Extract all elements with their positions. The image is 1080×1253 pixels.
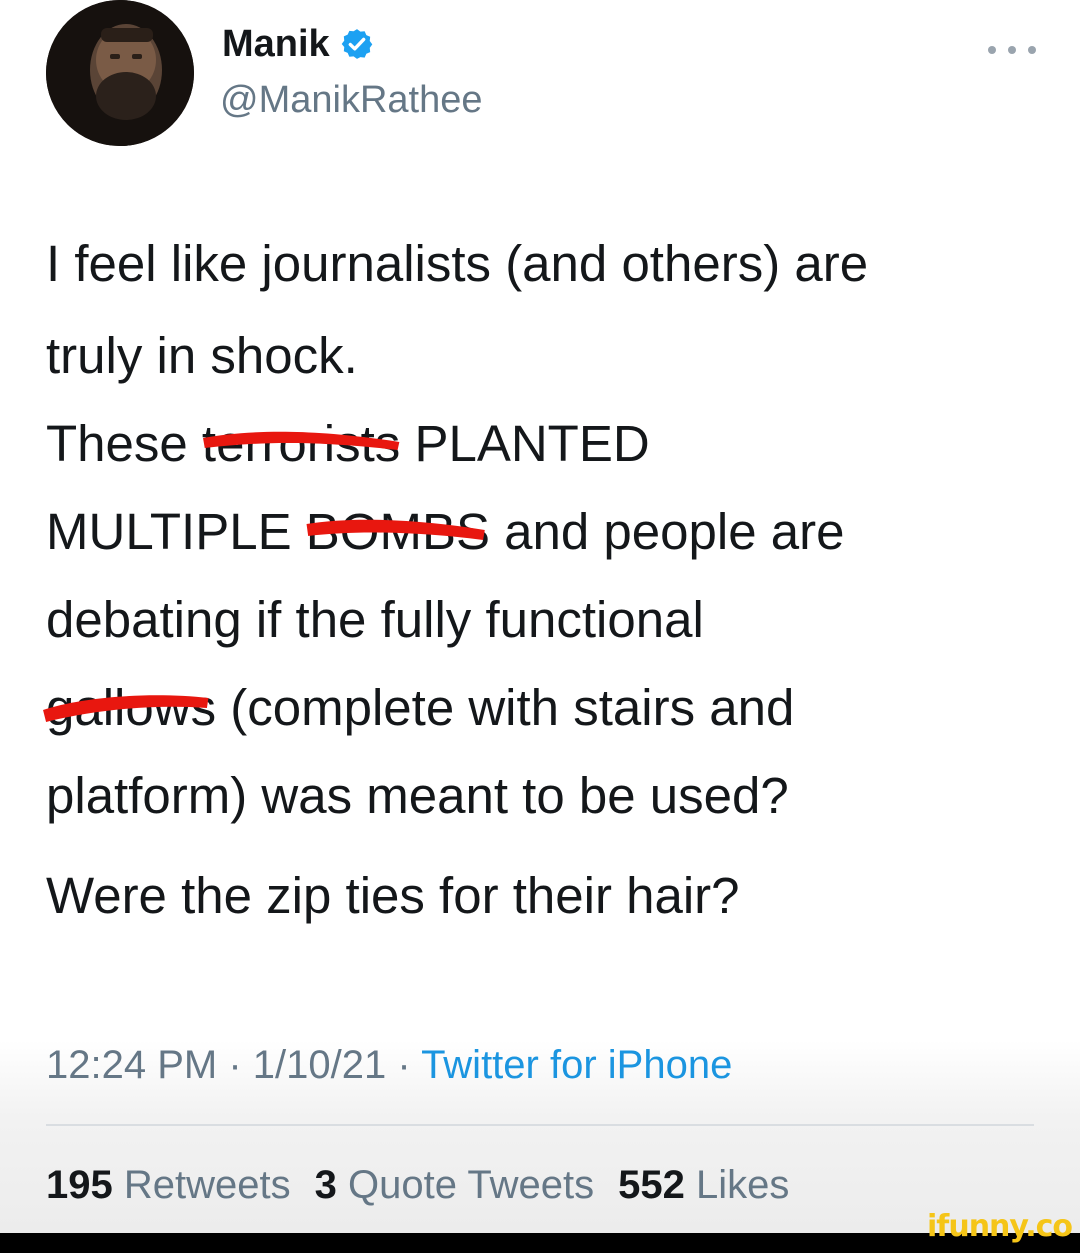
quote-tweets-stat[interactable]: 3 Quote Tweets — [315, 1160, 594, 1210]
tweet-line: gallows (complete with stairs and — [43, 662, 1046, 754]
likes-count: 552 — [618, 1163, 685, 1207]
text-segment: MULTIPLE — [46, 503, 306, 560]
red-scribble — [43, 695, 209, 722]
quote-tweets-label: Quote Tweets — [348, 1163, 595, 1207]
verified-badge-icon — [341, 29, 373, 59]
engagement-stats: 195 Retweets 3 Quote Tweets 552 Likes — [46, 1160, 789, 1210]
more-options-icon[interactable] — [988, 44, 1036, 56]
user-handle[interactable]: @ManikRathee — [220, 78, 482, 122]
tweet-line: MULTIPLE BOMBS and people are — [46, 486, 1046, 578]
divider — [46, 1124, 1034, 1126]
tweet-metadata: 12:24 PM · 1/10/21 · Twitter for iPhone — [46, 1040, 732, 1090]
tweet-line: truly in shock. — [46, 327, 358, 384]
avatar-image — [46, 0, 194, 146]
dot — [1028, 46, 1036, 54]
dot — [988, 46, 996, 54]
retweets-count: 195 — [46, 1163, 113, 1207]
text-segment: These — [46, 415, 202, 472]
tweet-text: I feel like journalists (and others) are… — [43, 218, 1046, 942]
tweet-line: Were the zip ties for their hair? — [46, 867, 740, 924]
avatar[interactable] — [46, 0, 194, 146]
redacted-word: gallows — [43, 662, 216, 754]
likes-label: Likes — [695, 1163, 790, 1207]
tweet-line: These terrorists PLANTED — [46, 398, 1046, 490]
text-segment: and people are — [489, 503, 845, 560]
footer-bar — [0, 1233, 1080, 1253]
likes-stat[interactable]: 552 Likes — [618, 1160, 789, 1210]
redacted-word: BOMBS — [306, 486, 490, 578]
redacted-word: terrorists — [202, 398, 400, 490]
tweet-line: I feel like journalists (and others) are — [46, 235, 869, 292]
tweet-time[interactable]: 12:24 PM — [46, 1043, 217, 1087]
tweet-date[interactable]: 1/10/21 — [253, 1043, 386, 1087]
separator: · — [217, 1043, 253, 1087]
tweet-line: platform) was meant to be used? — [46, 767, 789, 824]
text-segment: PLANTED — [400, 415, 650, 472]
retweets-stat[interactable]: 195 Retweets — [46, 1160, 291, 1210]
red-scribble — [202, 431, 400, 450]
quote-tweets-count: 3 — [314, 1163, 337, 1207]
ifunny-watermark: ifunny.co — [927, 1209, 1073, 1244]
text-segment: (complete with stairs and — [216, 679, 795, 736]
user-name[interactable]: Manik — [222, 22, 374, 66]
retweets-label: Retweets — [123, 1163, 291, 1207]
user-name-text: Manik — [222, 23, 330, 65]
source-app-link[interactable]: Twitter for iPhone — [421, 1043, 732, 1087]
tweet-line: debating if the fully functional — [46, 591, 704, 648]
separator: · — [386, 1043, 422, 1087]
dot — [1008, 46, 1016, 54]
red-scribble — [306, 519, 485, 540]
